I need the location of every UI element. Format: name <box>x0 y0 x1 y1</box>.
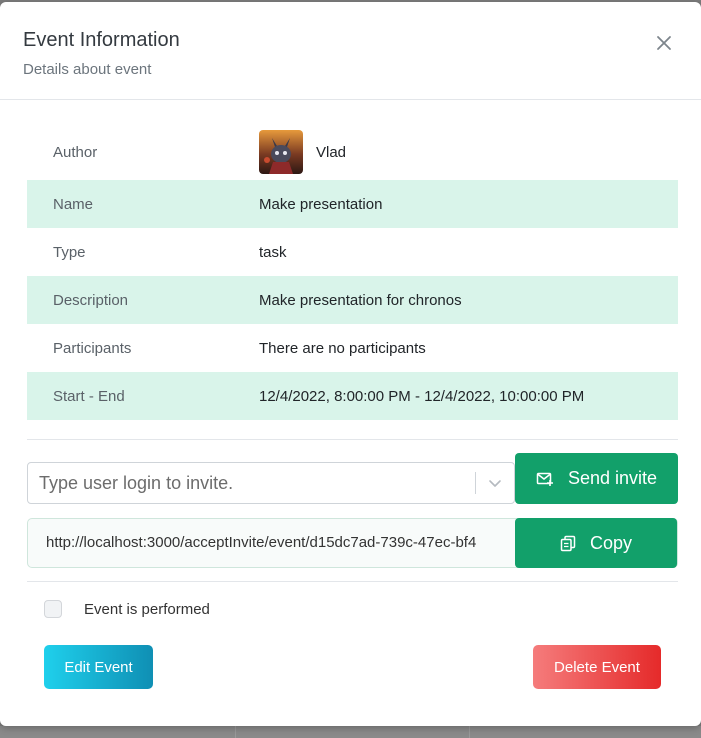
info-value: 12/4/2022, 8:00:00 PM - 12/4/2022, 10:00… <box>259 387 585 405</box>
info-value: Make presentation for chronos <box>259 291 462 309</box>
chevron-down-icon <box>489 480 501 487</box>
modal-header: Event Information Details about event <box>0 2 701 100</box>
info-row-participants: Participants There are no participants <box>27 324 678 372</box>
envelope-plus-icon <box>536 471 554 487</box>
avatar <box>259 130 303 174</box>
performed-checkbox[interactable] <box>44 600 62 618</box>
event-info-modal: Event Information Details about event Au… <box>0 2 701 726</box>
performed-label: Event is performed <box>84 600 210 618</box>
close-icon <box>657 36 671 50</box>
modal-subtitle: Details about event <box>23 61 152 78</box>
info-value: There are no participants <box>259 339 426 357</box>
performed-checkbox-row: Event is performed <box>44 600 210 618</box>
info-label: Type <box>53 243 86 261</box>
info-row-type: Type task <box>27 228 678 276</box>
copy-icon <box>560 535 576 552</box>
info-label: Start - End <box>53 387 125 405</box>
info-row-description: Description Make presentation for chrono… <box>27 276 678 324</box>
backdrop <box>0 726 701 738</box>
send-invite-button[interactable]: Send invite <box>515 453 678 504</box>
info-row-start-end: Start - End 12/4/2022, 8:00:00 PM - 12/4… <box>27 372 678 420</box>
invite-user-select[interactable]: Type user login to invite. <box>27 462 515 504</box>
info-row-author: Author Vlad <box>27 124 678 180</box>
info-label: Name <box>53 195 94 213</box>
send-invite-label: Send invite <box>567 468 658 488</box>
info-label: Participants <box>53 339 132 357</box>
divider <box>27 439 678 440</box>
copy-link-button[interactable]: Copy <box>515 518 677 568</box>
event-info-table: Author Vlad Name Make presentation Type … <box>27 124 678 420</box>
divider <box>27 581 678 582</box>
close-button[interactable] <box>653 32 675 54</box>
info-value: task <box>259 243 287 261</box>
invite-placeholder: Type user login to invite. <box>39 472 234 493</box>
edit-event-button[interactable]: Edit Event <box>44 645 153 689</box>
info-row-name: Name Make presentation <box>27 180 678 228</box>
modal-title: Event Information <box>23 29 180 51</box>
info-value: Vlad <box>259 130 346 174</box>
info-label: Description <box>53 291 129 309</box>
select-dropdown-toggle[interactable] <box>476 476 514 490</box>
invite-link-text: http://localhost:3000/acceptInvite/event… <box>46 534 477 551</box>
copy-label: Copy <box>589 532 633 553</box>
author-name: Vlad <box>316 143 347 161</box>
info-label: Author <box>53 143 98 161</box>
delete-event-button[interactable]: Delete Event <box>533 645 661 689</box>
info-value: Make presentation <box>259 195 383 213</box>
